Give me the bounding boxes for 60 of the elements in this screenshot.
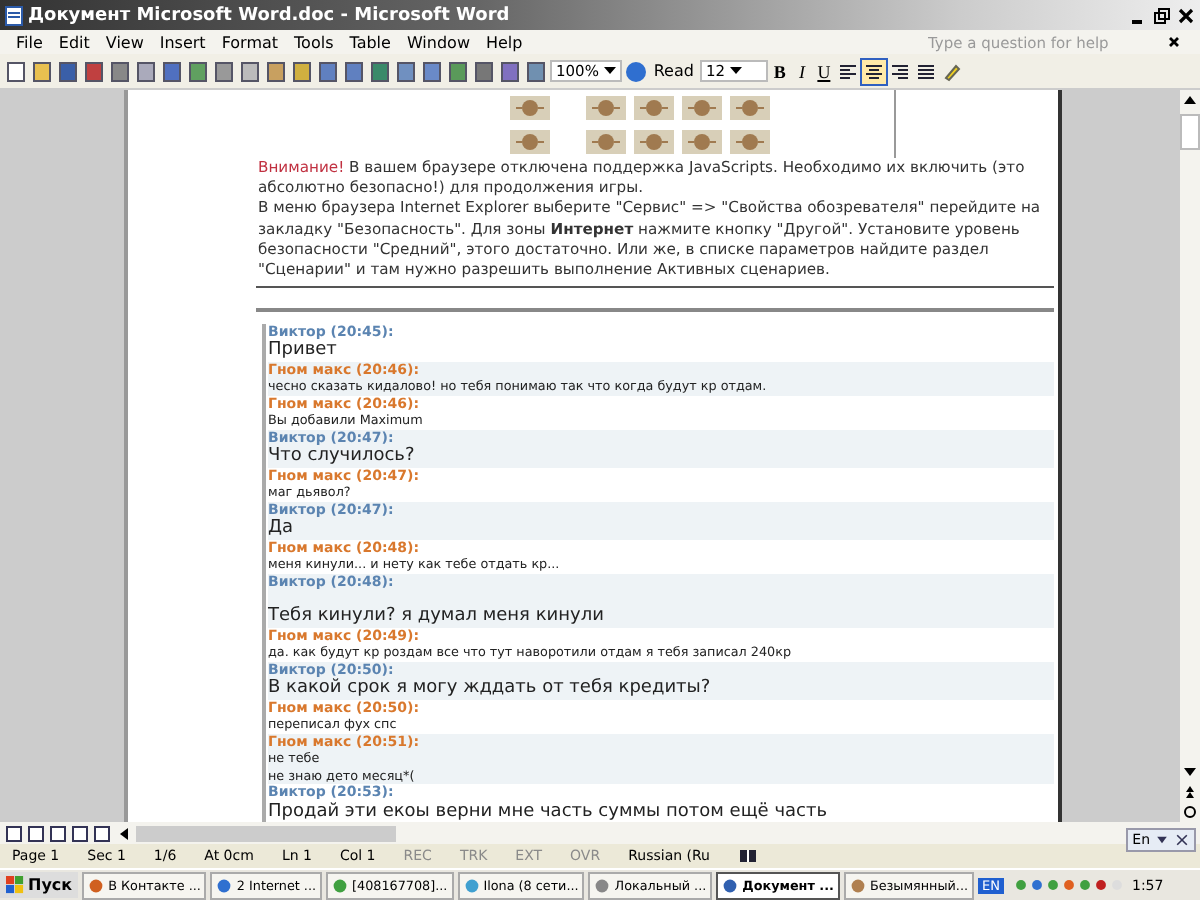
menu-item[interactable]: Table [349,33,391,51]
format-button[interactable]: U [813,61,834,81]
close-icon[interactable] [1174,832,1190,848]
creature-icon [682,129,722,153]
read-button[interactable]: Read [649,62,698,80]
align-icon[interactable] [861,59,886,83]
app-icon [332,877,349,893]
align-icon[interactable] [887,59,912,83]
creature-icon [682,95,722,119]
book-icon[interactable] [738,846,758,866]
caret-icon[interactable] [603,64,616,76]
app-icon [849,877,866,893]
browse-object-icon[interactable] [1180,802,1200,822]
align-icon[interactable] [913,59,938,83]
align-icon[interactable] [835,59,860,83]
previous-page-icon[interactable] [1180,782,1200,802]
menu-item[interactable]: View [105,33,144,51]
start-button[interactable]: Пуск [0,872,79,898]
caret-icon[interactable] [729,64,742,76]
menu-item[interactable]: Edit [58,33,90,51]
creature-icon [634,129,674,153]
new-document-icon[interactable] [4,59,28,83]
menu-item[interactable]: Insert [159,33,206,51]
creature-icon [510,95,550,119]
chat-message: Тебя кинули? я думал меня кинули [268,606,606,627]
format-button[interactable]: B [769,61,790,81]
menu-item[interactable]: File [16,33,43,51]
creature-icon [634,95,674,119]
chat-message: Привет [268,340,339,361]
chat-message: В какой срок я могу жддать от тебя кредиты? [268,678,713,699]
document-icon [4,5,24,25]
creature-icon [730,95,770,119]
horizontal-scrollbar[interactable] [136,825,396,841]
window-title: Документ Microsoft Word.doc - Microsoft Word [28,5,510,25]
menu-item[interactable]: Format [221,33,279,51]
app-icon [216,877,233,893]
help-icon[interactable] [623,59,648,83]
app-icon [88,877,105,893]
creature-icon [730,129,770,153]
creature-icon [510,129,550,153]
format-button[interactable]: I [791,61,812,81]
restore-icon[interactable] [1152,5,1172,25]
app-icon [594,877,611,893]
chat-message: Продай эти екоы верни мне часть суммы потом ещё часть [268,801,830,822]
app-icon [722,877,739,893]
dropdown-icon[interactable] [1154,832,1170,848]
menu-item[interactable]: Tools [294,33,334,51]
app-icon [463,877,480,893]
creature-icon [586,129,626,153]
close-icon[interactable] [1176,5,1196,25]
menu-item[interactable]: Window [406,33,470,51]
menu-item[interactable]: Help [485,33,523,51]
chat-message: Что случилось? [268,446,417,467]
windows-logo-icon [6,876,24,894]
highlighter-icon[interactable] [939,59,964,83]
close-icon[interactable] [1164,32,1184,52]
creature-icon [586,95,626,119]
scroll-thumb[interactable] [1180,114,1200,150]
vertical-scrollbar[interactable] [1180,90,1200,822]
chat-message: Да [268,518,296,539]
